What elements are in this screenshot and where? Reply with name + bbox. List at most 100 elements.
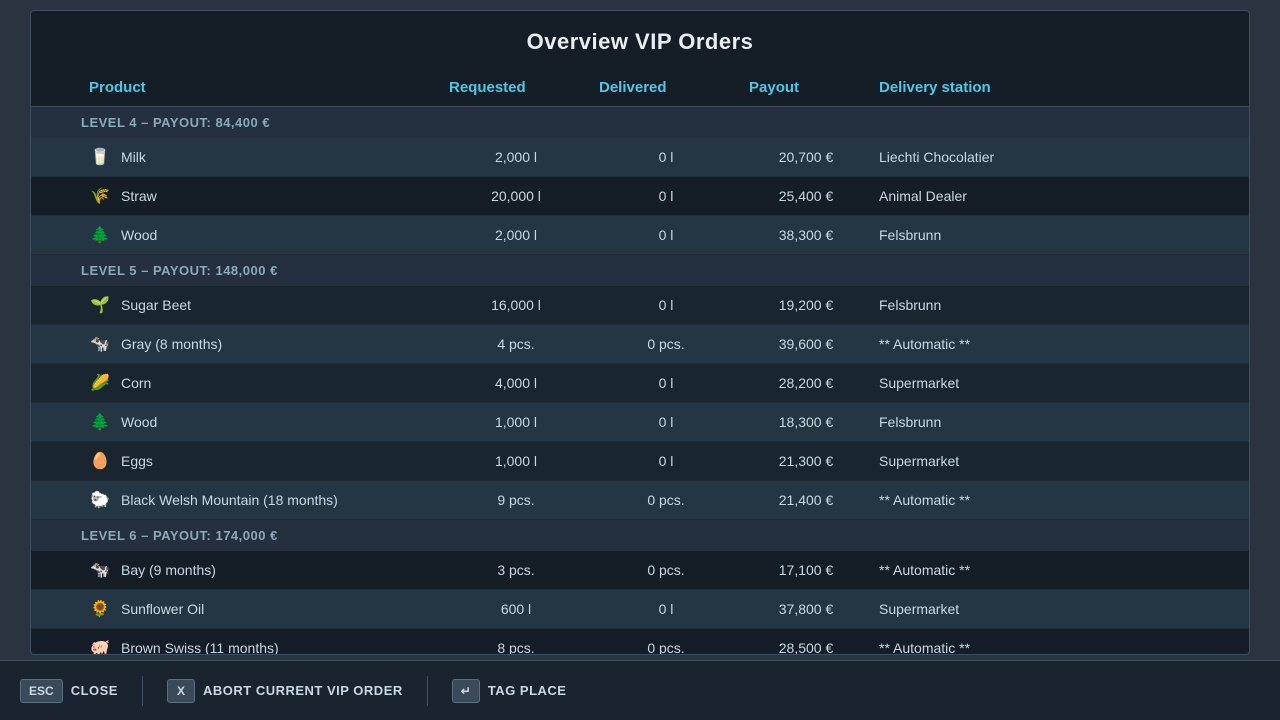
bottom-bar: ESC CLOSE X ABORT CURRENT VIP ORDER ↵ TA… [0, 660, 1280, 720]
table-row: 🐑 Black Welsh Mountain (18 months) 9 pcs… [31, 481, 1249, 520]
col-delivered: Delivered [591, 69, 741, 106]
cell-payout: 21,400 € [741, 484, 871, 516]
cell-delivered: 0 l [591, 289, 741, 321]
cell-payout: 37,800 € [741, 593, 871, 625]
product-name: Black Welsh Mountain (18 months) [121, 492, 338, 508]
cell-payout: 39,600 € [741, 328, 871, 360]
product-name: Straw [121, 188, 157, 204]
cell-station: ** Automatic ** [871, 328, 1233, 360]
product-icon: 🌾 [89, 185, 111, 207]
abort-button[interactable]: X ABORT CURRENT VIP ORDER [167, 679, 403, 703]
cell-product: 🌾 Straw [81, 177, 441, 215]
cell-requested: 9 pcs. [441, 484, 591, 516]
product-name: Gray (8 months) [121, 336, 222, 352]
cell-requested: 1,000 l [441, 406, 591, 438]
cell-delivered: 0 l [591, 141, 741, 173]
table-row: 🌲 Wood 2,000 l 0 l 38,300 € Felsbrunn [31, 216, 1249, 255]
cell-payout: 25,400 € [741, 180, 871, 212]
cell-payout: 17,100 € [741, 554, 871, 586]
product-icon: 🐄 [89, 333, 111, 355]
table-row: 🌻 Sunflower Oil 600 l 0 l 37,800 € Super… [31, 590, 1249, 629]
table-row: 🌾 Straw 20,000 l 0 l 25,400 € Animal Dea… [31, 177, 1249, 216]
table-row: 🐖 Brown Swiss (11 months) 8 pcs. 0 pcs. … [31, 629, 1249, 654]
cell-requested: 16,000 l [441, 289, 591, 321]
cell-station: Supermarket [871, 367, 1233, 399]
cell-delivered: 0 pcs. [591, 632, 741, 654]
product-icon: 🐖 [89, 637, 111, 654]
level-header-0: LEVEL 4 – PAYOUT: 84,400 € [31, 107, 1249, 138]
cell-product: 🐖 Brown Swiss (11 months) [81, 629, 441, 654]
cell-requested: 20,000 l [441, 180, 591, 212]
product-icon: 🐑 [89, 489, 111, 511]
product-icon: 🌲 [89, 224, 111, 246]
cell-payout: 20,700 € [741, 141, 871, 173]
table-body[interactable]: LEVEL 4 – PAYOUT: 84,400 € 🥛 Milk 2,000 … [31, 107, 1249, 654]
table-row: 🥚 Eggs 1,000 l 0 l 21,300 € Supermarket [31, 442, 1249, 481]
table-row: 🐄 Gray (8 months) 4 pcs. 0 pcs. 39,600 €… [31, 325, 1249, 364]
table-row: 🥛 Milk 2,000 l 0 l 20,700 € Liechti Choc… [31, 138, 1249, 177]
close-label: CLOSE [71, 683, 118, 698]
cell-station: Liechti Chocolatier [871, 141, 1233, 173]
cell-product: 🌻 Sunflower Oil [81, 590, 441, 628]
table-row: 🐄 Bay (9 months) 3 pcs. 0 pcs. 17,100 € … [31, 551, 1249, 590]
cell-product: 🌲 Wood [81, 216, 441, 254]
cell-delivered: 0 pcs. [591, 484, 741, 516]
tag-place-label: TAG PLACE [488, 683, 567, 698]
cell-product: 🌽 Corn [81, 364, 441, 402]
cell-product: 🥚 Eggs [81, 442, 441, 480]
product-icon: 🌱 [89, 294, 111, 316]
cell-station: Felsbrunn [871, 406, 1233, 438]
x-key: X [167, 679, 195, 703]
cell-requested: 8 pcs. [441, 632, 591, 654]
cell-station: Supermarket [871, 593, 1233, 625]
col-requested: Requested [441, 69, 591, 106]
level-header-1: LEVEL 5 – PAYOUT: 148,000 € [31, 255, 1249, 286]
cell-station: Felsbrunn [871, 289, 1233, 321]
cell-requested: 2,000 l [441, 219, 591, 251]
cell-payout: 28,500 € [741, 632, 871, 654]
cell-delivered: 0 pcs. [591, 554, 741, 586]
separator-1 [142, 676, 143, 706]
col-payout: Payout [741, 69, 871, 106]
close-button[interactable]: ESC CLOSE [20, 679, 118, 703]
tag-place-button[interactable]: ↵ TAG PLACE [452, 679, 567, 703]
cell-payout: 18,300 € [741, 406, 871, 438]
product-name: Corn [121, 375, 151, 391]
product-icon: 🥚 [89, 450, 111, 472]
col-station: Delivery station [871, 69, 1233, 106]
cell-requested: 4,000 l [441, 367, 591, 399]
product-icon: 🌲 [89, 411, 111, 433]
table-row: 🌱 Sugar Beet 16,000 l 0 l 19,200 € Felsb… [31, 286, 1249, 325]
product-name: Wood [121, 414, 157, 430]
cell-product: 🐑 Black Welsh Mountain (18 months) [81, 481, 441, 519]
page-title: Overview VIP Orders [31, 11, 1249, 69]
cell-station: Felsbrunn [871, 219, 1233, 251]
product-icon: 🌽 [89, 372, 111, 394]
cell-product: 🥛 Milk [81, 138, 441, 176]
cell-requested: 1,000 l [441, 445, 591, 477]
cell-product: 🐄 Gray (8 months) [81, 325, 441, 363]
cell-station: Animal Dealer [871, 180, 1233, 212]
cell-delivered: 0 l [591, 180, 741, 212]
product-icon: 🌻 [89, 598, 111, 620]
table-row: 🌽 Corn 4,000 l 0 l 28,200 € Supermarket [31, 364, 1249, 403]
product-name: Milk [121, 149, 146, 165]
cell-payout: 19,200 € [741, 289, 871, 321]
product-name: Sunflower Oil [121, 601, 204, 617]
main-panel: Overview VIP Orders Product Requested De… [30, 10, 1250, 655]
abort-label: ABORT CURRENT VIP ORDER [203, 683, 403, 698]
cell-delivered: 0 l [591, 593, 741, 625]
cell-payout: 28,200 € [741, 367, 871, 399]
table-header: Product Requested Delivered Payout Deliv… [31, 69, 1249, 107]
product-icon: 🥛 [89, 146, 111, 168]
cell-requested: 2,000 l [441, 141, 591, 173]
cell-product: 🌱 Sugar Beet [81, 286, 441, 324]
cell-station: ** Automatic ** [871, 632, 1233, 654]
cell-station: ** Automatic ** [871, 554, 1233, 586]
cell-requested: 3 pcs. [441, 554, 591, 586]
cell-delivered: 0 l [591, 367, 741, 399]
cell-delivered: 0 l [591, 219, 741, 251]
product-name: Sugar Beet [121, 297, 191, 313]
col-product: Product [81, 69, 441, 106]
cell-delivered: 0 pcs. [591, 328, 741, 360]
